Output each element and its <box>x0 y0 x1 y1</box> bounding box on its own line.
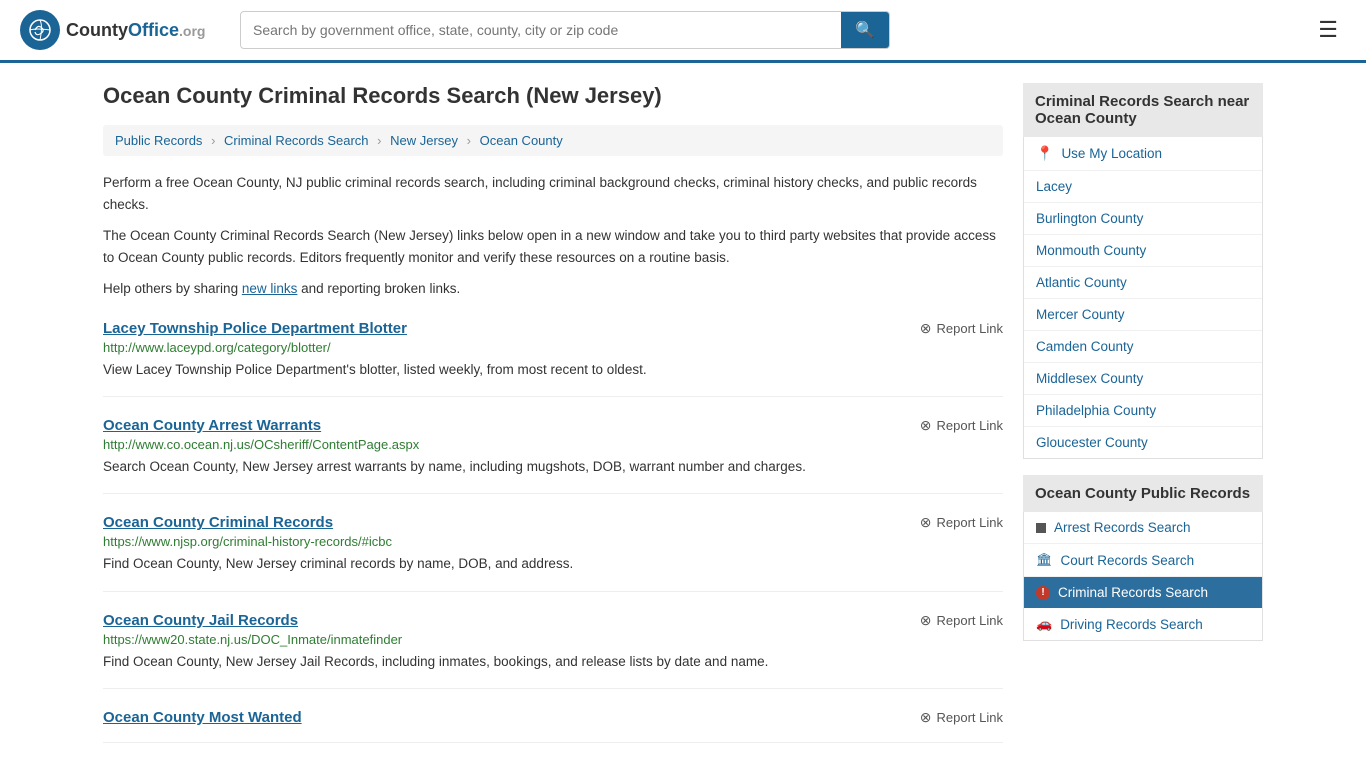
report-icon-2: ⊗ <box>920 417 932 434</box>
result-url-3: https://www.njsp.org/criminal-history-re… <box>103 534 1003 549</box>
sidebar-item-use-my-location[interactable]: 📍 Use My Location <box>1024 137 1262 171</box>
sidebar-item-mercer-county[interactable]: Mercer County <box>1024 299 1262 331</box>
car-icon: 🚗 <box>1036 616 1052 632</box>
location-icon: 📍 <box>1036 145 1053 162</box>
sidebar-public-records-title: Ocean County Public Records <box>1023 475 1263 512</box>
result-item: Ocean County Criminal Records ⊗ Report L… <box>103 514 1003 591</box>
sidebar-item-burlington-county[interactable]: Burlington County <box>1024 203 1262 235</box>
sidebar-item-arrest-records[interactable]: Arrest Records Search <box>1024 512 1262 544</box>
breadcrumb-link-ocean-county[interactable]: Ocean County <box>480 133 563 148</box>
result-url-4: https://www20.state.nj.us/DOC_Inmate/inm… <box>103 632 1003 647</box>
result-title-3[interactable]: Ocean County Criminal Records <box>103 514 333 531</box>
courthouse-icon: 🏛 <box>1036 552 1053 568</box>
breadcrumb-sep-2: › <box>377 133 381 148</box>
sidebar-item-monmouth-county[interactable]: Monmouth County <box>1024 235 1262 267</box>
logo-area: CountyOffice.org <box>20 10 220 50</box>
result-url-2: http://www.co.ocean.nj.us/OCsheriff/Cont… <box>103 437 1003 452</box>
sidebar-item-philadelphia-county[interactable]: Philadelphia County <box>1024 395 1262 427</box>
result-desc-3: Find Ocean County, New Jersey criminal r… <box>103 554 1003 574</box>
result-title-4[interactable]: Ocean County Jail Records <box>103 612 298 629</box>
exclamation-icon: ! <box>1036 586 1050 600</box>
description-2: The Ocean County Criminal Records Search… <box>103 225 1003 268</box>
menu-button[interactable]: ☰ <box>1310 13 1346 47</box>
report-icon-1: ⊗ <box>920 320 932 337</box>
breadcrumb-link-public-records[interactable]: Public Records <box>115 133 202 148</box>
report-link-1[interactable]: ⊗ Report Link <box>920 320 1003 337</box>
header-right: ☰ <box>1310 13 1346 47</box>
result-item: Ocean County Most Wanted ⊗ Report Link <box>103 709 1003 743</box>
report-link-5[interactable]: ⊗ Report Link <box>920 709 1003 726</box>
result-desc-4: Find Ocean County, New Jersey Jail Recor… <box>103 652 1003 672</box>
sidebar-nearby-list: 📍 Use My Location Lacey Burlington Count… <box>1023 137 1263 459</box>
result-desc-1: View Lacey Township Police Department's … <box>103 360 1003 380</box>
report-icon-4: ⊗ <box>920 612 932 629</box>
breadcrumb-sep-3: › <box>467 133 471 148</box>
sidebar-item-camden-county[interactable]: Camden County <box>1024 331 1262 363</box>
result-url-1: http://www.laceypd.org/category/blotter/ <box>103 340 1003 355</box>
breadcrumb-link-criminal-records[interactable]: Criminal Records Search <box>224 133 369 148</box>
sidebar: Criminal Records Search near Ocean Count… <box>1023 83 1263 743</box>
logo-text: CountyOffice.org <box>66 20 205 41</box>
result-title-1[interactable]: Lacey Township Police Department Blotter <box>103 320 407 337</box>
report-link-2[interactable]: ⊗ Report Link <box>920 417 1003 434</box>
breadcrumb-sep-1: › <box>211 133 215 148</box>
logo-icon <box>20 10 60 50</box>
result-title-2[interactable]: Ocean County Arrest Warrants <box>103 417 321 434</box>
description-1: Perform a free Ocean County, NJ public c… <box>103 172 1003 215</box>
sidebar-nearby-title: Criminal Records Search near Ocean Count… <box>1023 83 1263 137</box>
sidebar-item-court-records[interactable]: 🏛 Court Records Search <box>1024 544 1262 577</box>
sidebar-item-criminal-records-active[interactable]: ! Criminal Records Search <box>1024 577 1262 608</box>
header: CountyOffice.org 🔍 ☰ <box>0 0 1366 63</box>
sidebar-item-gloucester-county[interactable]: Gloucester County <box>1024 427 1262 458</box>
report-icon-3: ⊗ <box>920 514 932 531</box>
report-link-3[interactable]: ⊗ Report Link <box>920 514 1003 531</box>
report-icon-5: ⊗ <box>920 709 932 726</box>
report-link-4[interactable]: ⊗ Report Link <box>920 612 1003 629</box>
search-bar: 🔍 <box>240 11 890 49</box>
main-container: Ocean County Criminal Records Search (Ne… <box>83 63 1283 763</box>
search-input[interactable] <box>241 14 841 46</box>
sidebar-item-driving-records[interactable]: 🚗 Driving Records Search <box>1024 608 1262 640</box>
page-title: Ocean County Criminal Records Search (Ne… <box>103 83 1003 109</box>
square-icon-1 <box>1036 523 1046 533</box>
result-item: Ocean County Arrest Warrants ⊗ Report Li… <box>103 417 1003 494</box>
breadcrumb-link-new-jersey[interactable]: New Jersey <box>390 133 458 148</box>
new-links-link[interactable]: new links <box>242 281 298 296</box>
breadcrumb: Public Records › Criminal Records Search… <box>103 125 1003 156</box>
content-area: Ocean County Criminal Records Search (Ne… <box>103 83 1003 743</box>
result-item: Lacey Township Police Department Blotter… <box>103 320 1003 397</box>
result-desc-2: Search Ocean County, New Jersey arrest w… <box>103 457 1003 477</box>
sidebar-item-middlesex-county[interactable]: Middlesex County <box>1024 363 1262 395</box>
search-button[interactable]: 🔍 <box>841 12 889 48</box>
sidebar-item-lacey[interactable]: Lacey <box>1024 171 1262 203</box>
sidebar-public-records-list: Arrest Records Search 🏛 Court Records Se… <box>1023 512 1263 641</box>
sidebar-item-atlantic-county[interactable]: Atlantic County <box>1024 267 1262 299</box>
result-item: Ocean County Jail Records ⊗ Report Link … <box>103 612 1003 689</box>
description-3: Help others by sharing new links and rep… <box>103 278 1003 300</box>
result-title-5[interactable]: Ocean County Most Wanted <box>103 709 302 726</box>
